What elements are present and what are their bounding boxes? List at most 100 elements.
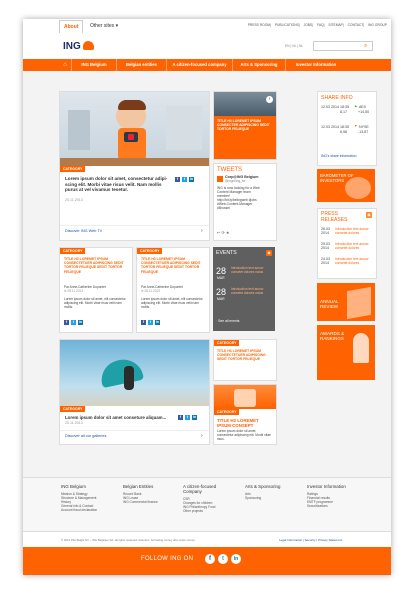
footer-link[interactable]: ING Commercial finance: [123, 500, 183, 504]
gallery-link[interactable]: Discover all our galleries: [65, 434, 106, 438]
twitter-icon[interactable]: t: [185, 415, 190, 420]
hero-link[interactable]: Discover ING Web TV: [65, 229, 102, 233]
footer-heading[interactable]: ING Belgium: [61, 484, 121, 489]
twitter-icon[interactable]: t: [71, 320, 76, 325]
share-ticker-1: AEX: [359, 105, 367, 109]
tab-about[interactable]: About: [59, 20, 84, 34]
chevron-right-icon[interactable]: ›: [201, 433, 203, 439]
events-card: EVENTS ◉ 28 MAR Introduction text aurow …: [213, 247, 275, 331]
hero-card[interactable]: CATEGORY Lorem ipsum dolor sit amet, con…: [59, 91, 210, 241]
footer-heading[interactable]: Belgian Entities: [123, 484, 183, 489]
event-2-text[interactable]: Introduction text aurow consetet dolores…: [231, 287, 271, 295]
news-card-1-date: le 28.11.2013: [64, 289, 84, 293]
rss-icon[interactable]: ◉: [266, 250, 272, 256]
gallery-text[interactable]: Lorem ipsum dolor sit amet conseture ali…: [65, 415, 166, 420]
news-card-1-title[interactable]: TITLE H3 LOREMET IPSUM CONSECTETUER ADIP…: [64, 257, 128, 274]
facebook-icon[interactable]: f: [64, 320, 69, 325]
facebook-icon[interactable]: f: [205, 554, 215, 564]
events-title: EVENTS: [216, 250, 237, 256]
event-1-text[interactable]: Introduction text aurow consetet dolores…: [231, 266, 271, 274]
privacy-statement-link[interactable]: Privacy Statement: [318, 538, 342, 542]
search-icon[interactable]: ⌕: [364, 42, 371, 50]
news-card-1-category: CATEGORY: [60, 248, 86, 254]
gallery-image: [60, 340, 209, 406]
facebook-icon[interactable]: f: [141, 320, 146, 325]
toplink-faq[interactable]: FAQ: [317, 23, 324, 27]
chevron-right-icon[interactable]: ›: [266, 96, 273, 103]
desk: [60, 158, 209, 166]
toplink-contact[interactable]: CONTACT: [348, 23, 364, 27]
press-text-3[interactable]: Introduction text aurow consetet dolores: [335, 257, 373, 265]
news-top-card[interactable]: › TITLE H3 LOREMET IPSUM CONSECTER ADIPI…: [213, 91, 277, 160]
news-card-1[interactable]: CATEGORY TITLE H3 LOREMET IPSUM CONSECTE…: [59, 247, 133, 333]
awards-tile[interactable]: AWARDS & RANKINGS: [317, 325, 375, 380]
ing-logo[interactable]: ING: [63, 41, 81, 52]
gallery-card[interactable]: CATEGORY Lorem ipsum dolor sit amet cons…: [59, 339, 210, 445]
nav-investor-information[interactable]: Investor Information: [286, 59, 346, 71]
annual-review-tile[interactable]: ANNUAL REVIEW: [317, 283, 375, 321]
toplink-sitemap[interactable]: SITEMAP: [328, 23, 342, 27]
toplink-publications[interactable]: PUBLICATIONS: [275, 23, 299, 27]
tweets-title: TWEETS: [217, 167, 242, 173]
chevron-right-icon[interactable]: ›: [201, 228, 203, 234]
event-2-day: 28: [216, 287, 227, 297]
tweet-handle[interactable]: @ingnl/ing_be: [225, 179, 245, 183]
feature-card[interactable]: CATEGORY TITLE H2 LOREMET IPSUM CONSEPT …: [213, 384, 277, 445]
event-2-month: MAR: [217, 297, 225, 301]
footer-link[interactable]: Sponsoring: [245, 496, 305, 500]
facebook-icon[interactable]: f: [178, 415, 183, 420]
news-card-2[interactable]: CATEGORY TITLE H3 LOREMET IPSUM CONSECTE…: [136, 247, 210, 333]
events-link[interactable]: › See all events: [216, 319, 239, 323]
home-icon[interactable]: ⌂: [59, 59, 72, 71]
twitter-icon[interactable]: t: [218, 554, 228, 564]
footer-link[interactable]: Securitizations: [307, 504, 367, 508]
nav-arts-sponsoring[interactable]: Arts & Sponsoring: [233, 59, 286, 71]
language-switch[interactable]: EN | NL | NL: [285, 44, 303, 48]
toplink-press-room[interactable]: PRESS ROOM: [248, 23, 270, 27]
footer-heading[interactable]: Investor Information: [307, 484, 367, 489]
news-card-1-body: Lorem ipsum dolor sit amet, elit consect…: [64, 297, 126, 309]
hero-text[interactable]: Lorem ipsum dolor sit amet, consectetur …: [65, 176, 173, 193]
security-link[interactable]: Security: [305, 538, 316, 542]
linkedin-icon[interactable]: in: [78, 320, 83, 325]
linkedin-icon[interactable]: in: [189, 177, 194, 182]
footer-heading[interactable]: A citizen-focused Company: [183, 484, 221, 494]
twitter-icon[interactable]: t: [148, 320, 153, 325]
news-card-2-title[interactable]: TITLE H3 LOREMET IPSUM CONSECTETUER ADIP…: [141, 257, 205, 274]
rss-icon[interactable]: ◉: [366, 212, 372, 218]
linkedin-icon[interactable]: in: [192, 415, 197, 420]
linkedin-icon[interactable]: in: [155, 320, 160, 325]
follow-bar: FOLLOW ING ON f t in: [23, 547, 391, 575]
play-icon[interactable]: [128, 134, 134, 140]
small-news-card[interactable]: CATEGORY TITLE H3 LOREMET IPSUM CONSECTE…: [213, 339, 277, 381]
tweet-text: ING is now looking for a Web Content Man…: [217, 186, 260, 210]
tab-other-sites-label: Other sites: [90, 23, 115, 29]
footer-link[interactable]: Account fraud declaration: [61, 508, 121, 512]
chevron-right-icon: ›: [216, 319, 218, 323]
toplink-jobs[interactable]: JOBS: [304, 23, 313, 27]
press-text-2[interactable]: Introduction text aurow consetet dolores: [335, 242, 373, 250]
gallery-category: CATEGORY: [60, 406, 86, 412]
feature-image: [214, 385, 276, 409]
feature-title[interactable]: TITLE H2 LOREMET IPSUM CONSEPT: [217, 418, 273, 428]
top-bar: About Other sites ▾ PRESS ROOM| PUBLICAT…: [23, 19, 391, 34]
small-news-title[interactable]: TITLE H3 LOREMET IPSUM CONSECTETUER ADIP…: [217, 349, 273, 362]
nav-ing-belgium[interactable]: ING Belgium: [72, 59, 117, 71]
footer-heading[interactable]: Arts & Sponsoring: [245, 484, 305, 489]
share-info-link[interactable]: ING's share information: [321, 154, 357, 158]
tweet-actions-icon[interactable]: ↩ ⟳ ★: [217, 230, 230, 235]
share-change-2: -13,87: [358, 130, 369, 134]
nav-belgian-entities[interactable]: Belgian entities: [117, 59, 167, 71]
facebook-icon[interactable]: f: [175, 177, 180, 182]
legal-information-link[interactable]: Legal Information: [279, 538, 302, 542]
share-ticker-2: NYSE: [359, 125, 369, 129]
nav-citizen-company[interactable]: A citizen-focused company: [167, 59, 233, 71]
barometer-tile[interactable]: BAROMETER OF INVESTORS: [317, 169, 375, 202]
toplink-ing-group[interactable]: ING GROUP: [368, 23, 387, 27]
share-time-1: 18:35: [340, 105, 349, 109]
twitter-icon[interactable]: t: [182, 177, 187, 182]
linkedin-icon[interactable]: in: [231, 554, 241, 564]
footer-link[interactable]: Other projects: [183, 509, 239, 513]
tab-other-sites[interactable]: Other sites ▾: [86, 20, 122, 32]
press-text-1[interactable]: Introduction text aurow consetet dolores: [335, 227, 373, 235]
